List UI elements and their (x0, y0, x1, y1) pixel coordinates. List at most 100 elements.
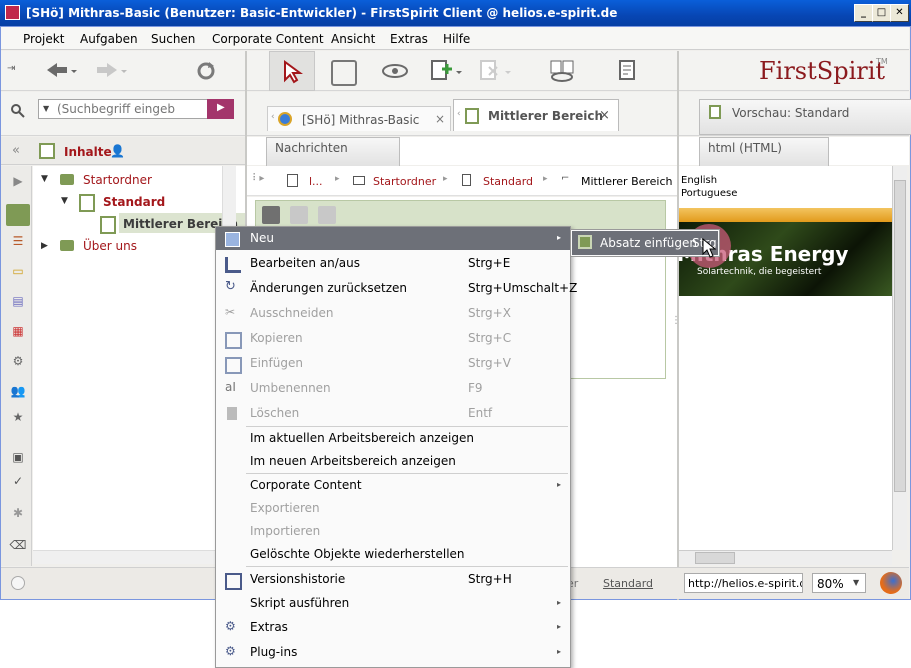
preview-icon[interactable] (381, 61, 411, 81)
play-icon[interactable]: ▶ (6, 174, 30, 196)
paste-icon (225, 357, 242, 374)
sidebar-title: Inhalte (64, 145, 112, 159)
menu-item-geloeschte-objekte[interactable]: Gelöschte Objekte wiederherstellen (216, 543, 570, 566)
menu-extras[interactable]: Extras (390, 32, 428, 46)
menu-item-loeschen: Löschen Entf (216, 402, 570, 425)
menu-item-plug-ins[interactable]: ⚙ Plug-ins ▸ (216, 641, 570, 664)
tree-hscrollbar[interactable] (33, 550, 245, 564)
tree-item-startordner[interactable]: Startordner (83, 173, 152, 187)
minimize-button[interactable]: _ (854, 4, 873, 22)
submenu-neu: Absatz einfügen Strg+N (570, 229, 720, 257)
global-settings-icon[interactable]: ⚙ (6, 354, 30, 376)
title-bar: [SHö] Mithras-Basic (Benutzer: Basic-Ent… (0, 0, 911, 26)
context-menu: Neu ▸ Bearbeiten an/aus Strg+E ↻ Änderung… (215, 226, 577, 668)
content-store-button[interactable] (6, 204, 30, 226)
tab-close-icon[interactable]: × (435, 112, 445, 126)
media-store-icon[interactable]: ▭ (6, 264, 30, 286)
menu-item-aenderungen-zuruecksetzen[interactable]: ↻ Änderungen zurücksetzen Strg+Umschalt+Z (216, 277, 577, 300)
delete-icon (227, 407, 237, 420)
submenu-arrow-icon: ▸ (557, 622, 562, 631)
data-store-icon[interactable]: ▤ (6, 294, 30, 316)
structure-store-icon[interactable]: ☰ (6, 234, 30, 256)
preview-tab[interactable]: Vorschau: Standard (699, 99, 911, 135)
tree-item-standard[interactable]: Standard (103, 195, 165, 209)
rename-icon: aI (225, 380, 236, 394)
submenu-label: Absatz einfügen (600, 236, 698, 250)
refresh-icon[interactable] (195, 60, 217, 82)
search-dropdown-icon[interactable]: ▼ (43, 104, 49, 113)
preview-vscrollbar[interactable] (892, 166, 907, 550)
tasks-icon[interactable]: ✓ (6, 474, 30, 496)
back-icon[interactable] (45, 61, 79, 81)
lang-portuguese[interactable]: Portuguese (681, 188, 737, 199)
template-store-icon[interactable]: ▦ (6, 324, 30, 346)
menu-item-im-aktuellen-arbeitsbereich[interactable]: Im aktuellen Arbeitsbereich anzeigen (216, 427, 570, 450)
tab-close-icon[interactable]: × (599, 108, 610, 123)
expand-startordner-icon[interactable]: ▼ (41, 174, 48, 184)
menu-item-corporate-content[interactable]: Corporate Content ▸ (216, 474, 570, 497)
content-store-icon (39, 143, 55, 159)
tab-mittlerer-bereich[interactable]: ‹ Mittlerer Bereich × (453, 99, 619, 131)
search-go-button[interactable]: ▶ (207, 99, 234, 119)
collapse-icon[interactable]: « (12, 143, 20, 158)
compare-icon[interactable] (549, 59, 577, 83)
firefox-icon[interactable] (880, 572, 902, 594)
messages-button[interactable]: Nachrichten (266, 137, 400, 167)
eraser-icon[interactable]: ⌫ (6, 538, 30, 560)
copy-icon (225, 332, 242, 349)
breadcrumb-startordner[interactable]: Startordner (373, 175, 436, 188)
breadcrumb-root[interactable]: l... (309, 175, 323, 188)
copy-page-icon[interactable] (331, 60, 357, 86)
content-icon (287, 174, 298, 187)
user-icon: 👤 (110, 144, 125, 158)
menu-item-bearbeiten[interactable]: Bearbeiten an/aus Strg+E (216, 252, 570, 275)
gears-icon: ⚙ (225, 619, 236, 633)
menu-corporate-content[interactable]: Corporate Content (212, 32, 324, 46)
bookmarks-icon[interactable]: ★ (6, 410, 30, 432)
add-icon[interactable] (430, 59, 464, 83)
preview-hscrollbar[interactable] (679, 550, 892, 565)
menu-item-neu[interactable]: Neu ▸ (216, 227, 570, 250)
menu-item-kopieren: Kopieren Strg+C (216, 327, 570, 350)
menu-suchen[interactable]: Suchen (151, 32, 195, 46)
search-field[interactable]: ▼ ▶ (38, 99, 234, 119)
expand-ueber-uns-icon[interactable]: ▶ (41, 241, 48, 251)
menu-projekt[interactable]: Projekt (23, 32, 64, 46)
expand-standard-icon[interactable]: ▼ (61, 196, 68, 206)
plugin-bar-icon[interactable]: ✱ (6, 506, 30, 528)
menu-item-skript-ausfuehren[interactable]: Skript ausführen ▸ (216, 592, 570, 615)
close-button[interactable]: ✕ (890, 4, 909, 22)
url-field[interactable]: http://helios.e-spirit.de:8 (684, 573, 803, 593)
lang-english[interactable]: English (681, 175, 717, 186)
project-icon (278, 112, 292, 126)
menu-aufgaben[interactable]: Aufgaben (80, 32, 138, 46)
store-switcher: ▶ ☰ ▭ ▤ ▦ ⚙ 👥 ★ ▣ ✓ ✱ ⌫ (1, 166, 32, 566)
menu-item-extras[interactable]: ⚙ Extras ▸ (216, 616, 570, 639)
tree-item-ueber-uns[interactable]: Über uns (83, 239, 137, 253)
remove-icon[interactable] (479, 59, 513, 83)
cut-icon: ✂ (225, 305, 236, 319)
submenu-item-absatz-einfuegen[interactable]: Absatz einfügen Strg+N (572, 231, 718, 255)
tab-row: ‹ [SHö] Mithras-Basic × ‹ Mittlerer Bere… (247, 92, 677, 136)
status-link-standard[interactable]: Standard (603, 577, 653, 590)
forward-icon[interactable] (95, 61, 129, 81)
menu-item-versionshistorie[interactable]: Versionshistorie Strg+H (216, 568, 570, 591)
menu-ansicht[interactable]: Ansicht (331, 32, 375, 46)
clipboard-icon[interactable]: ▣ (6, 450, 30, 472)
users-icon[interactable]: 👥 (6, 384, 30, 406)
zoom-select[interactable]: 80% ▼ (812, 573, 866, 593)
search-input[interactable] (55, 101, 205, 117)
add-paragraph-icon[interactable] (262, 206, 280, 224)
breadcrumb-standard[interactable]: Standard (483, 175, 533, 188)
menu-item-im-neuen-arbeitsbereich[interactable]: Im neuen Arbeitsbereich anzeigen (216, 450, 570, 473)
workflow-icon[interactable] (617, 59, 641, 83)
section-icon: ⌐ (561, 173, 570, 184)
maximize-button[interactable]: □ (872, 4, 891, 22)
select-mode-button[interactable] (269, 51, 315, 91)
expand-icon[interactable]: ⇥ (7, 63, 15, 74)
menu-hilfe[interactable]: Hilfe (443, 32, 470, 46)
paragraph-icon (578, 235, 592, 249)
html-format-button[interactable]: html (HTML) (699, 137, 829, 167)
tab-section-label: Mittlerer Bereich (488, 109, 604, 123)
tab-project[interactable]: ‹ [SHö] Mithras-Basic × (267, 106, 451, 131)
